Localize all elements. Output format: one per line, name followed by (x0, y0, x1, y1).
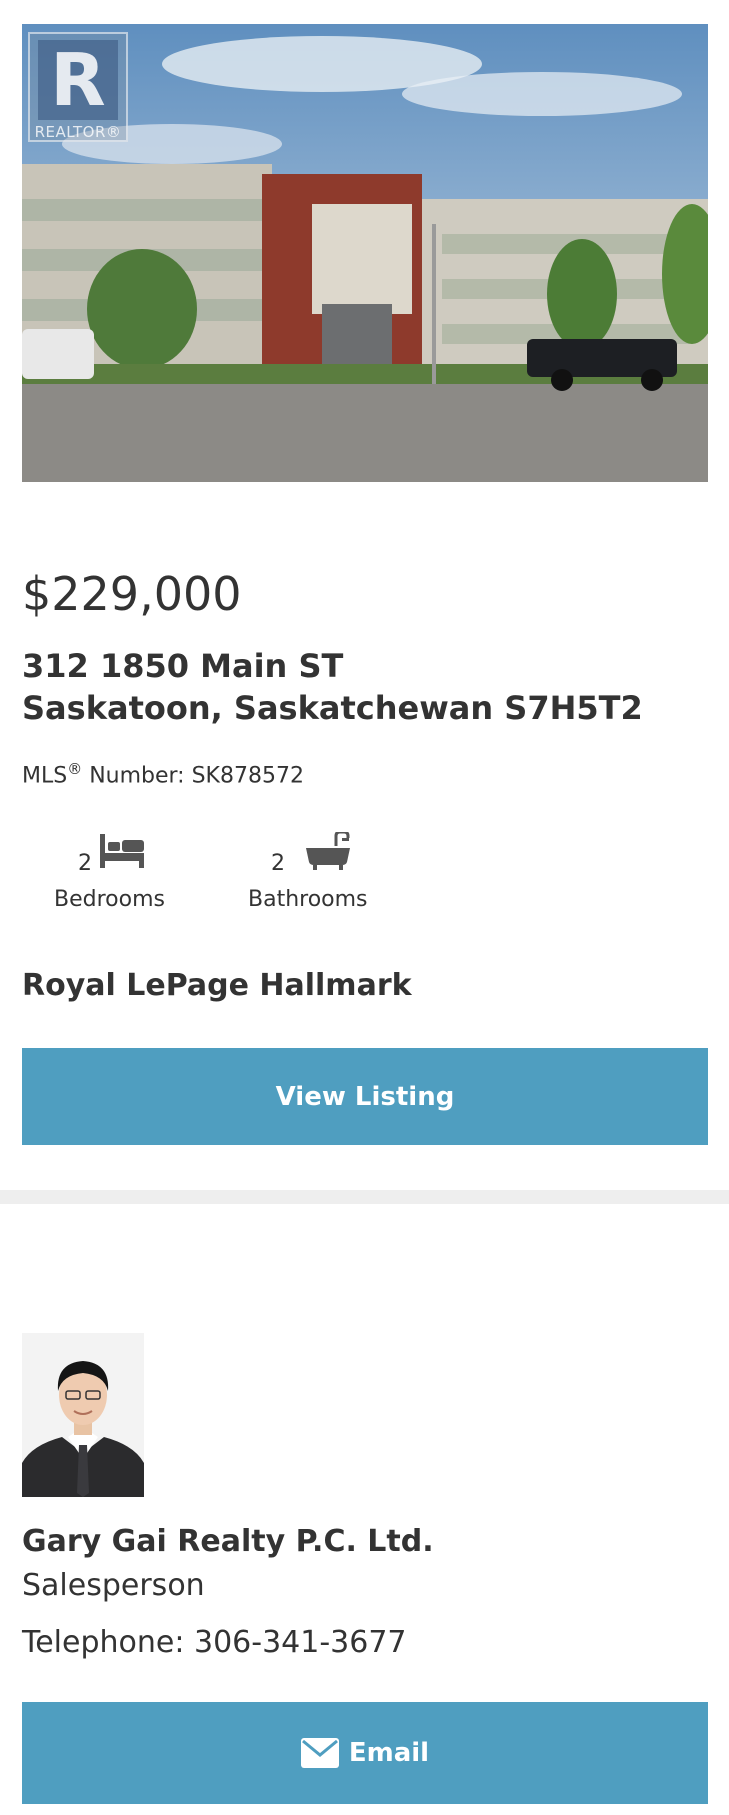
mls-registered-mark: ® (67, 760, 83, 778)
agent-phone[interactable]: Telephone: 306-341-3677 (22, 1623, 407, 1663)
listing-photo[interactable]: R REALTOR® (22, 24, 708, 482)
listing-price: $229,000 (22, 567, 242, 621)
feature-bedrooms: 2 Bedrooms (0, 832, 230, 922)
agent-name: Gary Gai Realty P.C. Ltd. (22, 1524, 434, 1559)
bedroom-count: 2 (78, 851, 92, 876)
agent-title: Salesperson (22, 1568, 205, 1603)
listing-features: 2 Bedrooms 2 Bathrooms (0, 830, 729, 922)
brokerage-name: Royal LePage Hallmark (22, 968, 412, 1003)
email-button[interactable]: Email (22, 1702, 708, 1804)
bathroom-label: Bathrooms (248, 887, 368, 912)
address-line-1: 312 1850 Main ST (22, 647, 344, 685)
bathtub-icon (306, 830, 350, 874)
agent-avatar (22, 1333, 144, 1497)
section-divider (0, 1190, 729, 1204)
feature-bathrooms: 2 Bathrooms (230, 830, 430, 922)
bed-icon (100, 834, 144, 872)
mls-number: MLS® Number: SK878572 (22, 754, 304, 791)
realtor-logo-text: REALTOR® (34, 123, 122, 141)
listing-address: 312 1850 Main ST Saskatoon, Saskatchewan… (22, 645, 643, 729)
bathroom-count: 2 (271, 851, 285, 876)
address-line-2: Saskatoon, Saskatchewan S7H5T2 (22, 689, 643, 727)
mls-number-value: Number: SK878572 (82, 763, 304, 789)
mls-label: MLS (22, 763, 68, 789)
email-button-label: Email (348, 1738, 430, 1768)
envelope-icon (300, 1738, 349, 1768)
view-listing-button[interactable]: View Listing (22, 1048, 708, 1145)
realtor-logo-letter: R (38, 40, 118, 120)
realtor-logo: R REALTOR® (28, 32, 128, 142)
bedroom-label: Bedrooms (54, 887, 165, 912)
